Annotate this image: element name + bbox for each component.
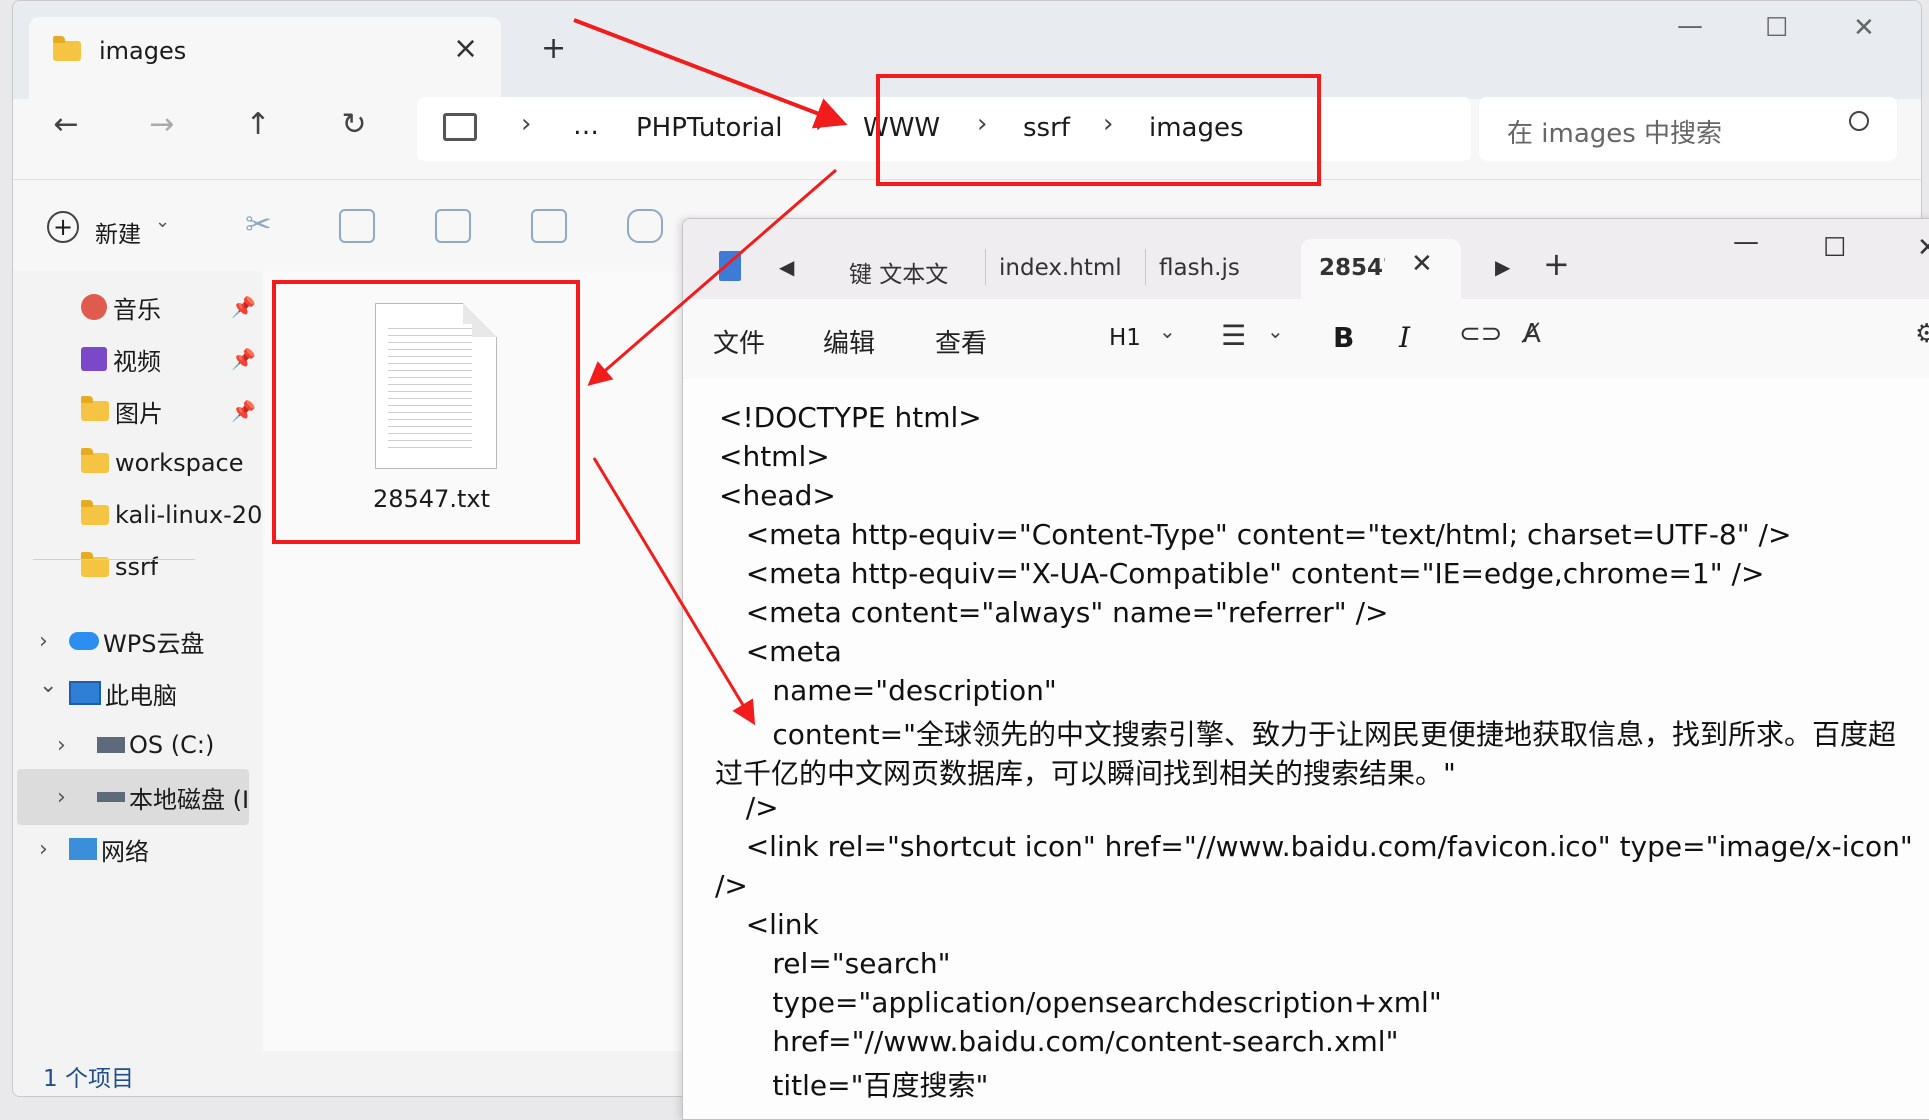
annotation-arrows — [573, 18, 848, 726]
annotation-arrow — [592, 457, 756, 726]
annotation-arrow — [573, 18, 848, 129]
annotation-arrow — [587, 168, 837, 386]
